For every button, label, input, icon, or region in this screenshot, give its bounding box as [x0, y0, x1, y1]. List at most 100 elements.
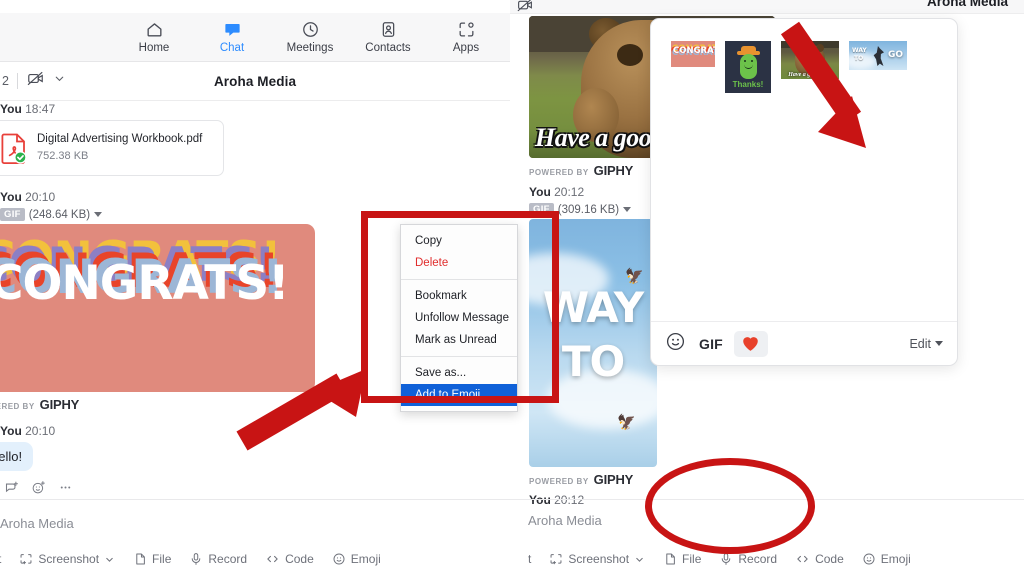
caret-down-icon[interactable] — [623, 207, 632, 212]
main-navigation-bar: Home Chat Meetings Contacts Apps — [0, 13, 510, 62]
file-info: Digital Advertising Workbook.pdf 752.38 … — [37, 132, 202, 164]
message-sender: You — [0, 424, 22, 438]
message-time: 20:12 — [554, 493, 585, 507]
message-input[interactable]: Aroha Media — [528, 513, 602, 528]
edit-dropdown[interactable]: Edit — [909, 337, 943, 351]
chevron-down-icon — [106, 557, 113, 562]
gif-badge: GIF — [0, 208, 25, 221]
way-thumb-word2: TO — [854, 55, 864, 62]
emoji-button[interactable]: Emoji — [332, 552, 381, 566]
clock-icon — [301, 20, 320, 40]
file-label: File — [152, 552, 172, 566]
giphy-brand-label: GIPHY — [593, 163, 634, 178]
nav-item-home[interactable]: Home — [128, 20, 180, 55]
message-meta: You 20:10 — [0, 424, 510, 438]
right-pane-emoji-view: Aroha Media Have a good day! POWERED BY … — [510, 0, 1024, 576]
message-meta: You 20:10 — [0, 190, 510, 204]
nav-item-apps[interactable]: Apps — [440, 20, 492, 55]
message-context-menu[interactable]: Copy Delete Bookmark Unfollow Message Ma… — [400, 224, 518, 412]
text-format-label: t — [528, 552, 532, 566]
record-button[interactable]: Record — [189, 552, 247, 566]
bear-thumb-label: Have a good day! — [788, 72, 832, 78]
context-menu-item-bookmark[interactable]: Bookmark — [401, 285, 517, 307]
message-time: 20:10 — [25, 190, 56, 204]
message-time: 20:10 — [25, 424, 56, 438]
message-meta: You 20:12 — [529, 493, 657, 507]
pdf-file-icon — [1, 132, 27, 164]
nav-label-home: Home — [138, 41, 170, 54]
reply-icon[interactable] — [4, 480, 19, 500]
chat-bubble-icon — [223, 20, 242, 40]
file-button[interactable]: File — [133, 552, 171, 566]
record-label: Record — [208, 552, 248, 566]
add-reaction-icon[interactable] — [31, 480, 46, 500]
message-reaction-bar — [4, 480, 510, 500]
bear-eye-left — [617, 44, 643, 66]
code-button[interactable]: Code — [265, 552, 314, 566]
thanks-pickle-gif-thumb[interactable]: Thanks! — [725, 41, 771, 93]
context-menu-separator — [401, 356, 517, 357]
file-attachment-card[interactable]: Digital Advertising Workbook.pdf 752.38 … — [0, 120, 224, 176]
text-format-label: t — [0, 552, 1, 566]
nav-item-chat[interactable]: Chat — [206, 20, 258, 55]
bird-icon: 🦅 — [625, 268, 644, 285]
message-gif-way: You 20:12 GIF (309.16 KB) WAY TO 🦅 🦅 POW… — [529, 185, 657, 511]
way-to-go-gif-thumb[interactable]: WAY TO GO — [849, 41, 907, 70]
edit-label: Edit — [909, 336, 931, 351]
context-menu-item-mark-as-unread[interactable]: Mark as Unread — [401, 329, 517, 351]
caret-down-icon[interactable] — [94, 212, 103, 217]
message-time: 20:12 — [554, 185, 585, 199]
screenshot-button[interactable]: Screenshot — [19, 552, 115, 566]
context-menu-item-save-as[interactable]: Save as... — [401, 362, 517, 384]
context-menu-item-delete[interactable]: Delete — [401, 252, 517, 274]
more-options-icon[interactable] — [58, 480, 73, 500]
way-thumb-word1: WAY — [852, 47, 867, 54]
code-button[interactable]: Code — [795, 552, 844, 566]
nav-items: Home Chat Meetings Contacts Apps — [128, 20, 492, 55]
nav-item-contacts[interactable]: Contacts — [362, 20, 414, 55]
gif-size: (248.64 KB) — [28, 208, 91, 221]
congrats-text-stack: CONGRATS! CONGRATS! CONGRATS! CONGRATS! … — [0, 234, 309, 312]
giphy-brand-label: GIPHY — [39, 397, 80, 412]
context-menu-item-add-to-emoji[interactable]: Add to Emoji — [401, 384, 517, 406]
nav-item-meetings[interactable]: Meetings — [284, 20, 336, 55]
message-bubble-text[interactable]: hello! — [0, 442, 34, 471]
congrats-layer-white: CONGRATS! — [0, 256, 290, 311]
gif-size-tag[interactable]: GIF (248.64 KB) — [0, 208, 510, 221]
context-menu-item-unfollow-message[interactable]: Unfollow Message — [401, 307, 517, 329]
compose-area: Aroha Media t Screenshot File Record — [0, 499, 510, 576]
contact-card-icon — [379, 20, 398, 40]
message-sender: You — [0, 102, 22, 116]
screenshot-button[interactable]: Screenshot — [549, 552, 645, 566]
bear-gif-thumb[interactable]: Have a good day! — [781, 41, 839, 79]
gif-size-tag[interactable]: GIF (309.16 KB) — [529, 203, 657, 216]
record-button[interactable]: Record — [719, 552, 777, 566]
message-sender: You — [529, 493, 551, 507]
emoji-thumbnail-grid: CONGRATS! CONGRATS! CONGRATS! CONGRATS! — [651, 19, 957, 93]
context-menu-item-copy[interactable]: Copy — [401, 230, 517, 252]
emoji-picker-panel[interactable]: CONGRATS! CONGRATS! CONGRATS! CONGRATS! — [650, 18, 958, 366]
giphy-brand-label: GIPHY — [593, 472, 634, 487]
thanks-thumb-label: Thanks! — [732, 80, 764, 89]
way-to-gif-image[interactable]: WAY TO 🦅 🦅 — [529, 219, 657, 467]
congrats-gif-image[interactable]: CONGRATS! CONGRATS! CONGRATS! CONGRATS! … — [0, 224, 315, 392]
powered-by-label: POWERED BY — [529, 168, 589, 177]
nav-label-chat: Chat — [219, 41, 245, 54]
nav-label-contacts: Contacts — [365, 41, 411, 54]
file-button[interactable]: File — [663, 552, 701, 566]
heart-icon[interactable] — [733, 330, 768, 357]
congrats-gif-thumb[interactable]: CONGRATS! CONGRATS! CONGRATS! CONGRATS! — [671, 41, 715, 67]
compose-divider — [510, 499, 1024, 500]
message-input[interactable]: Aroha Media — [0, 500, 510, 531]
powered-by-label: POWERED BY — [0, 402, 35, 411]
screenshot-label: Screenshot — [38, 552, 100, 566]
emoji-button[interactable]: Emoji — [862, 552, 911, 566]
home-icon — [145, 20, 164, 40]
gif-tab-label[interactable]: GIF — [699, 336, 723, 352]
message-hello: You 20:10 hello! — [0, 424, 510, 500]
message-sender: You — [529, 185, 551, 199]
smiley-face-icon[interactable] — [665, 331, 686, 357]
text-format-icon[interactable]: t — [0, 552, 1, 566]
text-format-icon[interactable]: t — [528, 552, 531, 566]
nav-label-apps: Apps — [452, 41, 480, 54]
